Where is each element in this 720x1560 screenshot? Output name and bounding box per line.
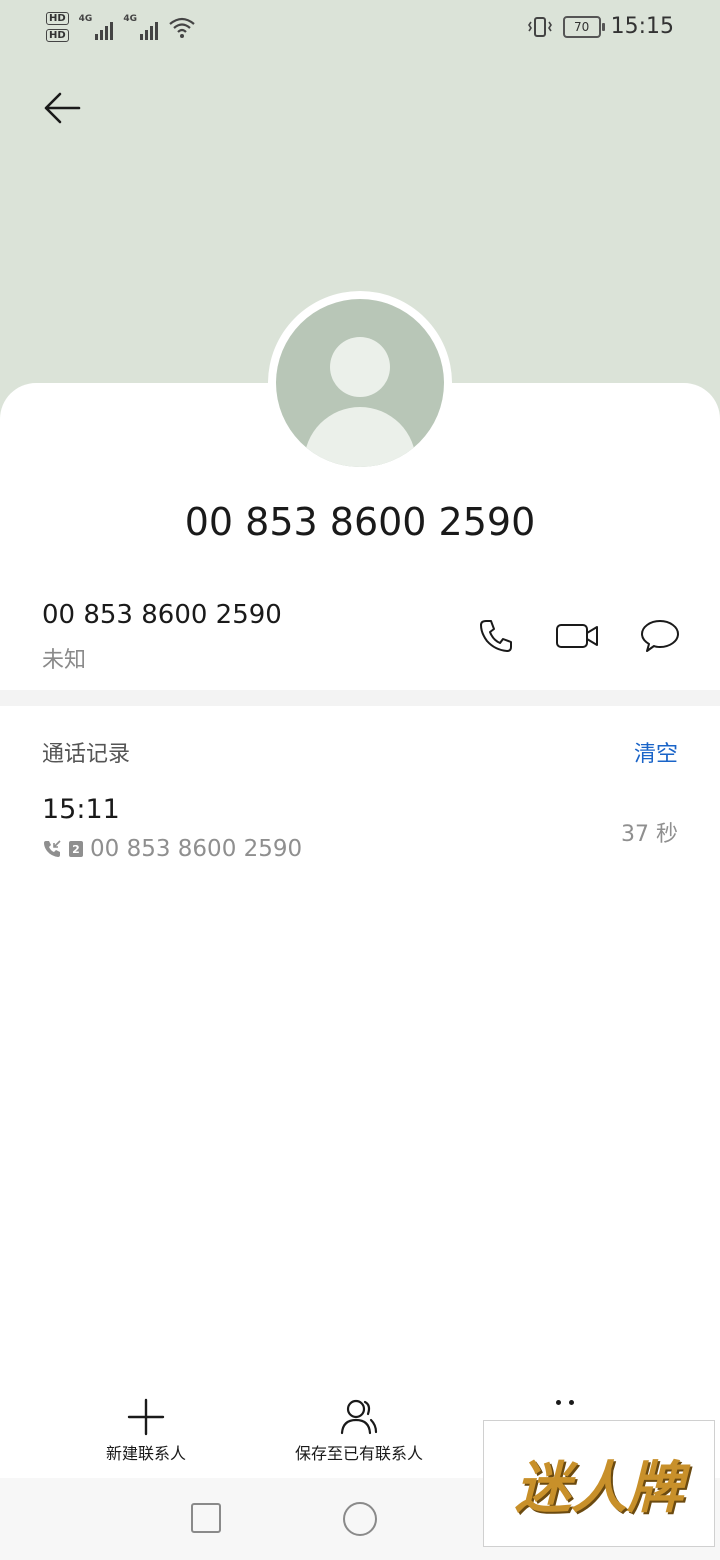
- more-dot: [569, 1400, 574, 1405]
- network-type-2: 4G: [123, 14, 137, 24]
- status-bar-right: 70 15:15: [527, 14, 674, 39]
- watermark: 迷人牌: [483, 1420, 715, 1547]
- call-number: 00 853 8600 2590: [90, 836, 303, 862]
- number-location: 未知: [42, 648, 87, 673]
- incoming-call-icon: [44, 840, 61, 857]
- back-button[interactable]: [40, 86, 84, 130]
- network-type-1: 4G: [78, 14, 93, 24]
- number-row: 00 853 8600 2590 未知: [42, 600, 282, 674]
- hd-badge-2: HD: [46, 29, 69, 42]
- avatar-head: [330, 337, 390, 397]
- call-button[interactable]: [474, 614, 518, 658]
- contact-title-number: 00 853 8600 2590: [184, 500, 536, 544]
- signal-icon-1: 4G: [79, 14, 114, 40]
- status-time: 15:15: [610, 14, 674, 39]
- sim-badge: 2: [69, 841, 83, 857]
- new-contact-button[interactable]: 新建联系人: [98, 1398, 194, 1464]
- new-contact-label: 新建联系人: [105, 1444, 186, 1463]
- content-card: [0, 383, 720, 1483]
- battery-level: 70: [573, 19, 590, 34]
- recent-apps-button[interactable]: [191, 1503, 221, 1533]
- battery-icon: 70: [562, 15, 605, 38]
- contacts-icon: [340, 1399, 378, 1435]
- hd-badge-1: HD: [46, 12, 69, 25]
- hd-indicators: HD HD: [46, 12, 69, 42]
- save-to-existing-button[interactable]: 保存至已有联系人: [288, 1398, 430, 1464]
- more-dot: [556, 1400, 561, 1405]
- message-button[interactable]: [638, 614, 682, 658]
- avatar-body: [304, 407, 416, 467]
- phone-icon: [480, 620, 512, 652]
- chat-bubble-icon: [641, 620, 679, 652]
- more-options-button[interactable]: [556, 1400, 574, 1405]
- save-to-existing-label: 保存至已有联系人: [294, 1444, 423, 1463]
- home-button[interactable]: [343, 1502, 377, 1536]
- wifi-icon: [169, 17, 195, 38]
- call-log-title: 通话记录: [42, 742, 131, 767]
- call-details: 2 00 853 8600 2590: [42, 836, 302, 862]
- video-call-button[interactable]: [555, 614, 601, 658]
- section-divider: [0, 690, 720, 706]
- avatar: [276, 299, 444, 467]
- watermark-text: 迷人牌: [515, 1455, 683, 1521]
- vibrate-icon: [527, 16, 552, 37]
- signal-icon-2: 4G: [123, 14, 158, 40]
- phone-number: 00 853 8600 2590: [42, 600, 282, 630]
- call-time: 15:11: [42, 794, 120, 825]
- call-duration: 37 秒: [621, 822, 678, 847]
- video-camera-icon: [556, 624, 598, 648]
- status-bar-left: HD HD 4G 4G: [46, 12, 196, 42]
- arrow-left-icon: [44, 92, 81, 124]
- plus-icon: [127, 1398, 165, 1436]
- clear-log-button[interactable]: 清空: [634, 736, 678, 768]
